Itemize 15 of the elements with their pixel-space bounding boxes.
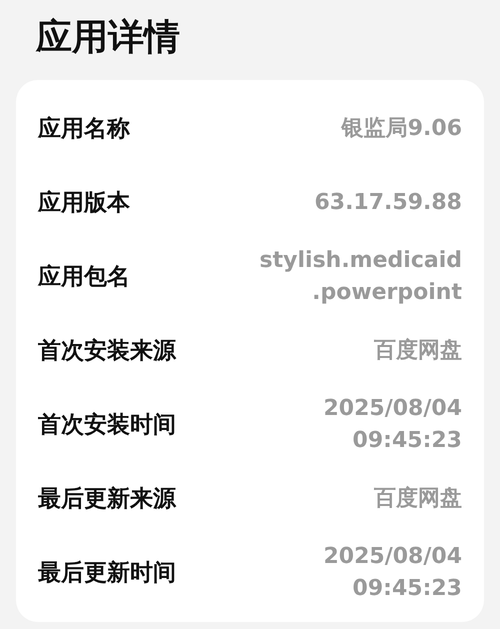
detail-label: 首次安装时间 bbox=[38, 410, 176, 440]
detail-value: stylish.medicaid .powerpoint bbox=[260, 247, 462, 307]
detail-value: 百度网盘 bbox=[374, 336, 462, 365]
detail-value: 银监局9.06 bbox=[342, 115, 462, 143]
detail-label: 应用包名 bbox=[38, 262, 130, 292]
detail-label: 应用名称 bbox=[38, 114, 130, 144]
detail-value: 2025/08/04 09:45:23 bbox=[323, 543, 462, 603]
page-title: 应用详情 bbox=[36, 16, 180, 60]
detail-label: 最后更新来源 bbox=[38, 484, 176, 514]
detail-value: 2025/08/04 09:45:23 bbox=[323, 395, 462, 455]
detail-label: 应用版本 bbox=[38, 188, 130, 218]
detail-label: 首次安装来源 bbox=[38, 336, 176, 366]
detail-label: 最后更新时间 bbox=[38, 558, 176, 588]
detail-value: 63.17.59.88 bbox=[314, 189, 462, 217]
detail-value: 百度网盘 bbox=[374, 484, 462, 513]
